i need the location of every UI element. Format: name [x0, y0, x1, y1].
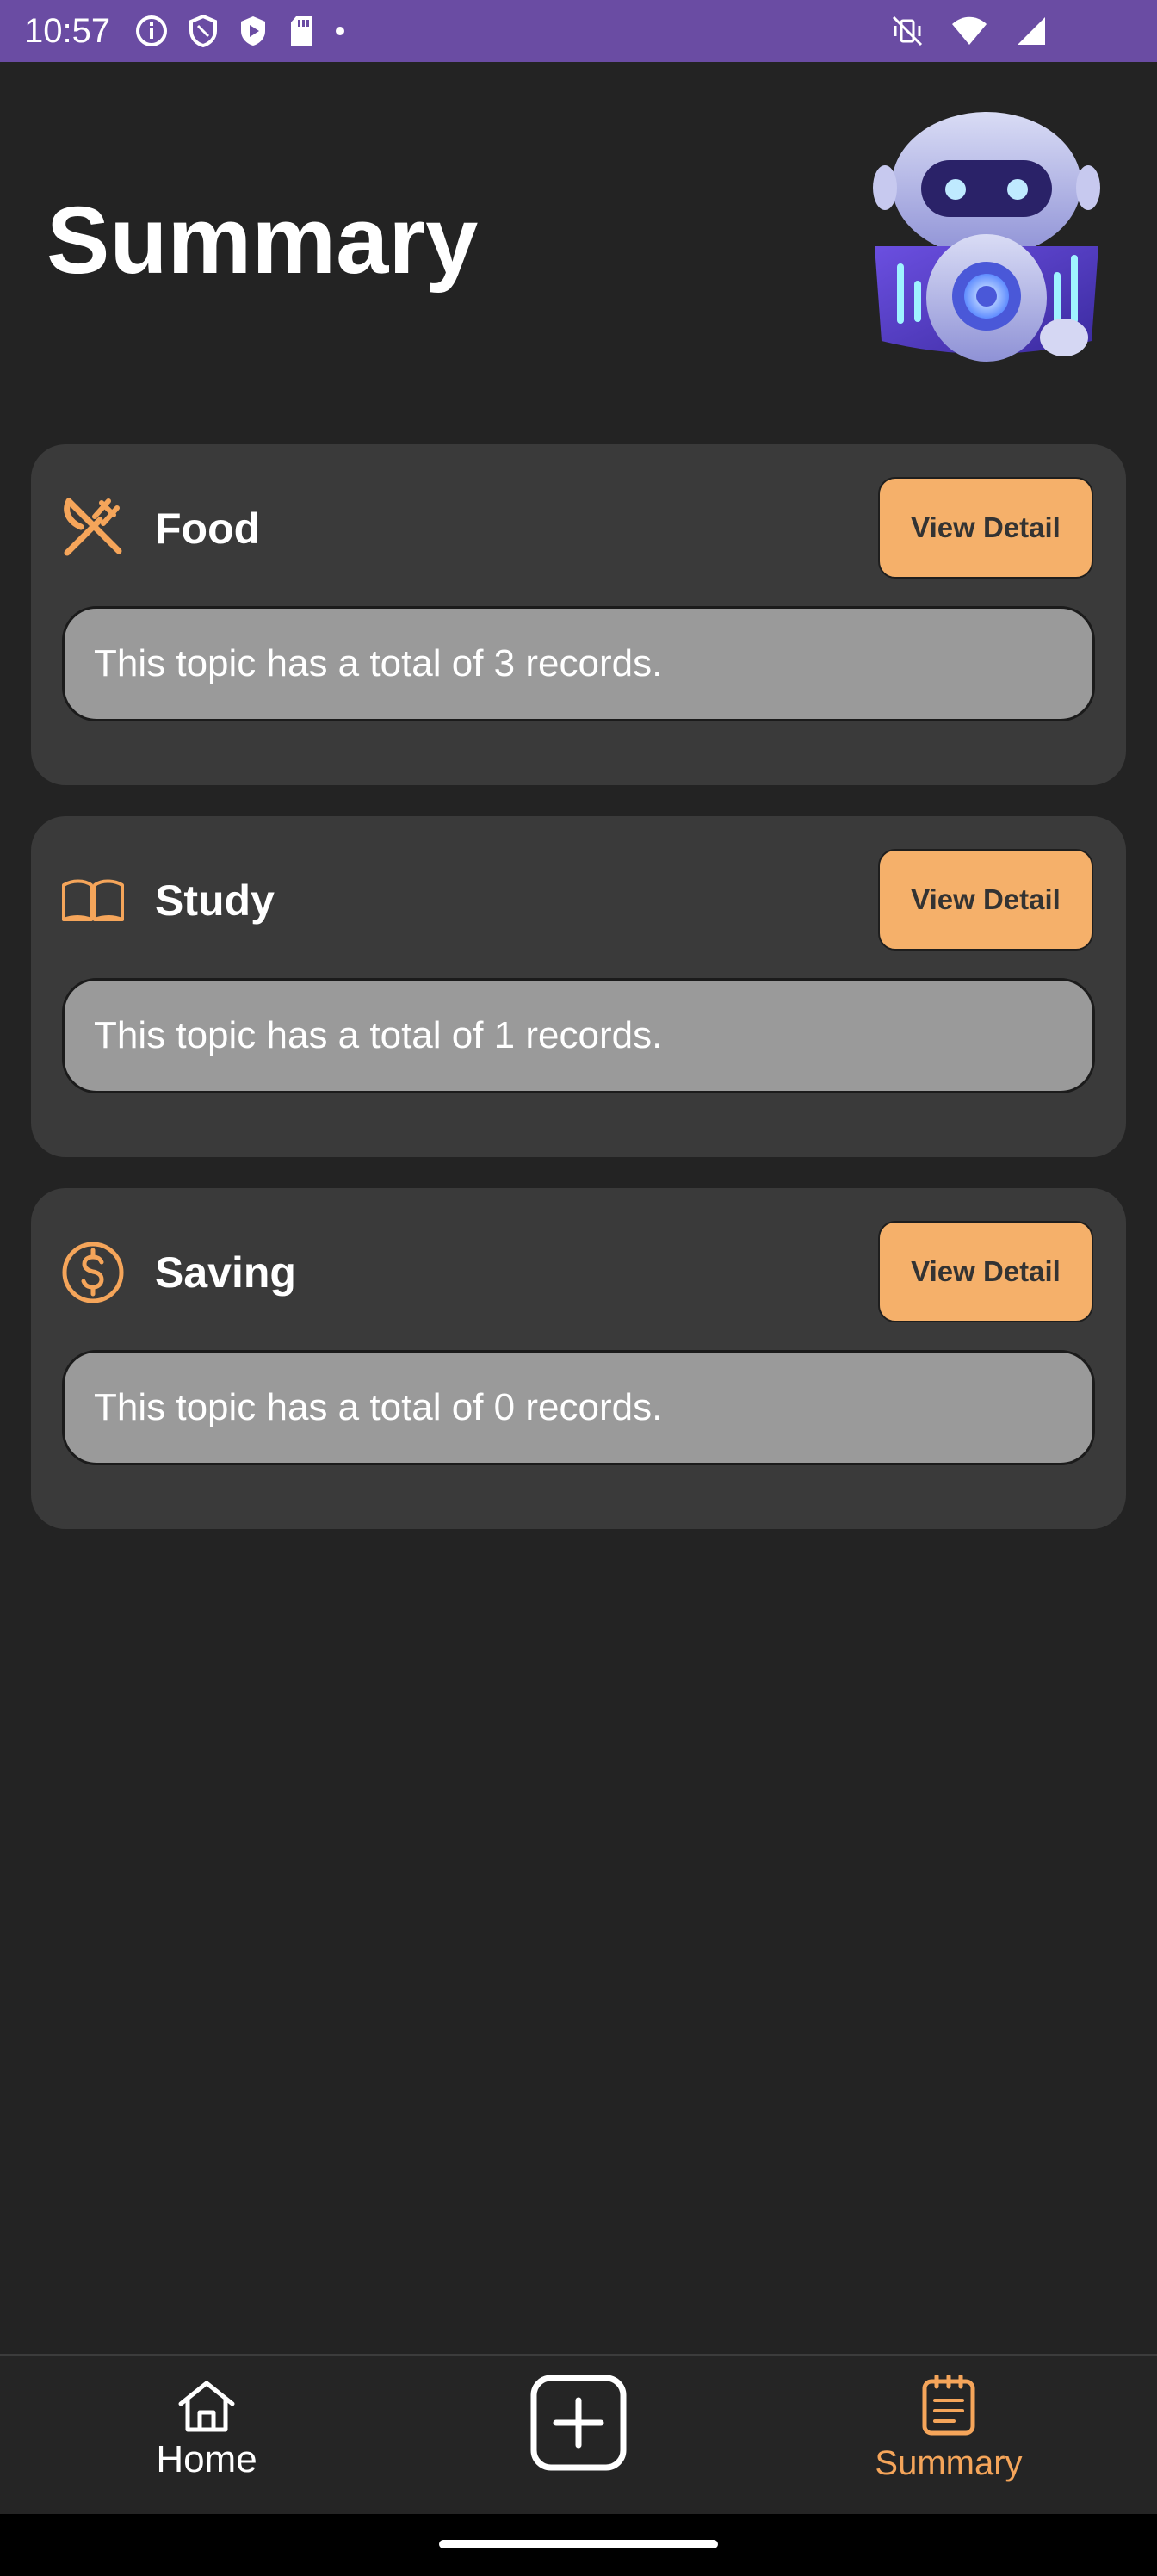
- signal-icon: [1014, 14, 1047, 48]
- notepad-icon: [921, 2374, 976, 2441]
- shield-icon: [188, 14, 219, 48]
- nav-item-home[interactable]: Home: [121, 2356, 293, 2516]
- play-shield-icon: [238, 14, 269, 48]
- nav-label-home: Home: [156, 2438, 257, 2480]
- card-title: Food: [155, 505, 261, 553]
- dollar-circle-icon: [60, 1240, 126, 1305]
- bottom-navigation: Home Summary: [0, 2354, 1157, 2516]
- view-detail-button[interactable]: View Detail: [878, 849, 1093, 951]
- card-title: Study: [155, 876, 275, 925]
- records-summary: This topic has a total of 1 records.: [62, 978, 1095, 1093]
- plus-square-icon: [530, 2375, 627, 2475]
- status-bar: 10:57: [0, 0, 1157, 62]
- status-icons-left: [134, 12, 346, 50]
- home-icon: [176, 2378, 238, 2437]
- records-summary: This topic has a total of 0 records.: [62, 1350, 1095, 1465]
- robot-mascot-image: [866, 108, 1107, 367]
- view-detail-button[interactable]: View Detail: [878, 477, 1093, 579]
- nav-item-add[interactable]: [492, 2356, 665, 2516]
- records-summary: This topic has a total of 3 records.: [62, 606, 1095, 721]
- nav-label-summary: Summary: [875, 2444, 1023, 2482]
- sd-card-icon: [288, 14, 315, 48]
- nav-item-summary[interactable]: Summary: [863, 2356, 1035, 2516]
- status-icons-right: [890, 12, 1047, 50]
- status-time: 10:57: [24, 12, 111, 50]
- topic-card-food: Food View Detail This topic has a total …: [31, 444, 1126, 785]
- info-icon: [134, 14, 169, 48]
- topic-card-study: Study View Detail This topic has a total…: [31, 816, 1126, 1157]
- page-title: Summary: [46, 188, 479, 294]
- wifi-icon: [950, 14, 988, 48]
- card-title: Saving: [155, 1248, 296, 1297]
- topic-card-saving: Saving View Detail This topic has a tota…: [31, 1188, 1126, 1529]
- dot-icon: [334, 14, 346, 48]
- gesture-handle[interactable]: [439, 2540, 718, 2548]
- book-icon: [60, 868, 126, 933]
- vibrate-off-icon: [890, 14, 925, 48]
- view-detail-button[interactable]: View Detail: [878, 1221, 1093, 1322]
- utensils-icon: [60, 496, 126, 561]
